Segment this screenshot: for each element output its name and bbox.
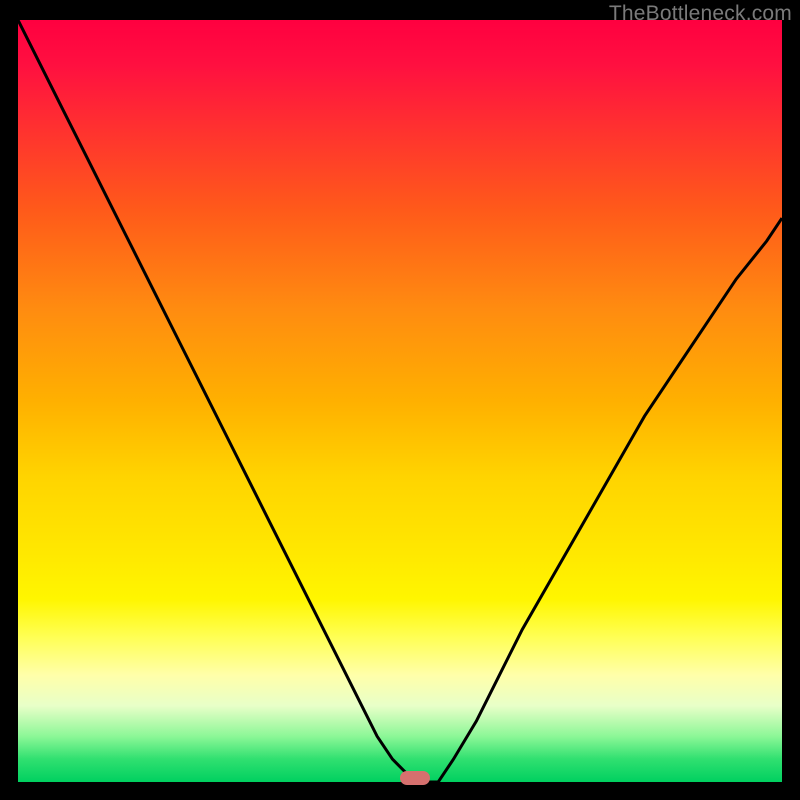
optimum-marker	[400, 771, 430, 785]
chart-stage: TheBottleneck.com	[0, 0, 800, 800]
watermark-label: TheBottleneck.com	[609, 2, 792, 26]
bottleneck-curve	[18, 20, 782, 782]
